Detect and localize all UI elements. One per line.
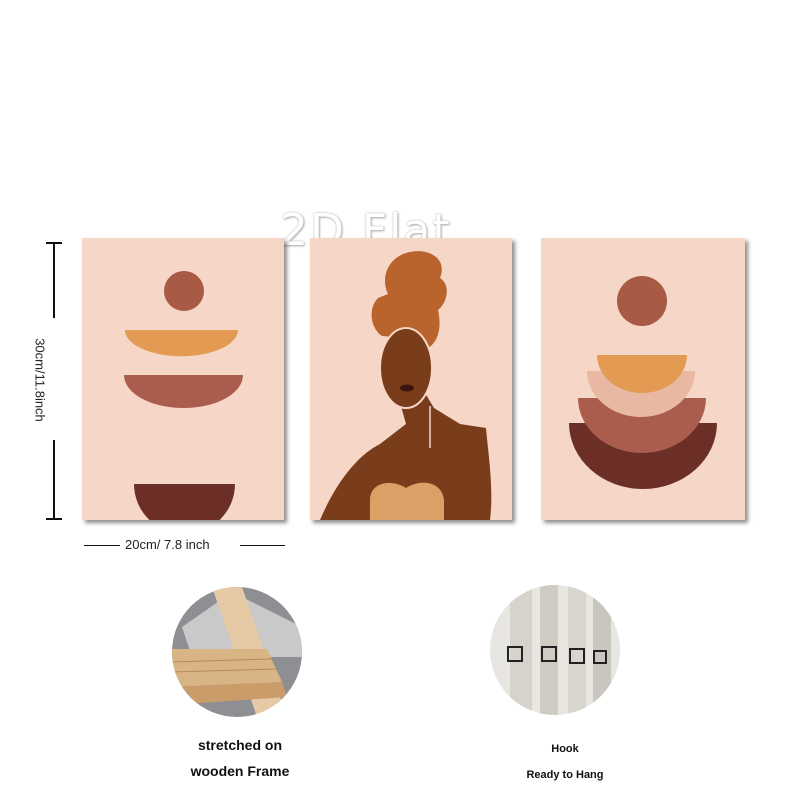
wooden-frame-image (172, 587, 302, 717)
left-print-panel (82, 238, 284, 520)
hook-caption-line-1: Hook (551, 743, 579, 755)
hook-caption-line-2: Ready to Hang (526, 769, 604, 781)
sun-circle (617, 276, 667, 326)
center-print-panel (310, 238, 512, 520)
center-print-artwork (310, 238, 512, 520)
lips-shape (400, 384, 414, 392)
frame-caption: stretched on wooden Frame (180, 732, 300, 784)
height-dimension-label: 30cm/11.8inch (32, 338, 48, 422)
right-print-artwork (541, 238, 745, 520)
frame-caption-line-2: wooden Frame (190, 763, 290, 779)
width-dimension-label: 20cm/ 7.8 inch (125, 537, 210, 552)
right-print-panel (541, 238, 745, 520)
sun-circle (164, 271, 204, 311)
left-print-artwork (82, 238, 284, 520)
width-dimension-line-right (240, 545, 285, 546)
hook-caption: Hook Ready to Hang (510, 736, 620, 788)
frame-caption-line-1: stretched on (197, 737, 282, 753)
top-garment (370, 482, 444, 520)
hook-image (490, 585, 620, 715)
height-dimension-bottom-tick (46, 518, 62, 520)
dark-half-circle (134, 484, 235, 520)
height-dimension-line-bottom (53, 440, 55, 520)
height-dimension-line-top (53, 242, 55, 318)
width-dimension-line-left (84, 545, 120, 546)
face-shape (379, 327, 433, 409)
